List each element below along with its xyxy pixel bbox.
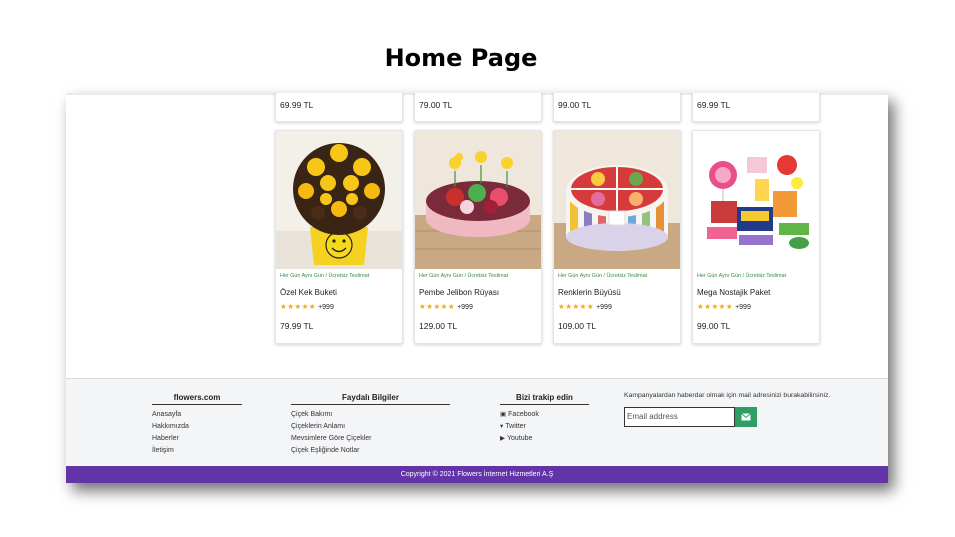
product-card[interactable]: 99.00 TL xyxy=(553,93,681,122)
product-rating: ★★★★★ +999 xyxy=(280,302,334,311)
product-card[interactable]: Her Gün Aynı Gün / Ücretsiz Teslimat Ren… xyxy=(553,130,681,344)
product-rating: ★★★★★ +999 xyxy=(697,302,751,311)
facebook-icon: ▣ xyxy=(500,411,507,418)
product-image[interactable] xyxy=(693,131,819,269)
page-title: Home Page xyxy=(384,44,538,72)
product-image[interactable] xyxy=(415,131,541,269)
product-price: 129.00 TL xyxy=(419,321,458,331)
product-card[interactable]: Her Gün Aynı Gün / Ücretsiz Teslimat Öze… xyxy=(275,130,403,344)
product-name[interactable]: Renklerin Büyüsü xyxy=(558,288,621,297)
product-card[interactable]: 69.99 TL xyxy=(275,93,403,122)
star-icons: ★★★★★ xyxy=(697,302,734,311)
footer-link-mevsimler[interactable]: Mevsimlere Göre Çiçekler xyxy=(291,433,450,445)
product-card[interactable]: 69.99 TL xyxy=(692,93,820,122)
twitter-icon: ▾ xyxy=(500,423,504,430)
product-price: 99.00 TL xyxy=(558,100,592,110)
site-footer: flowers.com Anasayfa Hakkımızda Haberler… xyxy=(66,378,888,466)
shipping-info: Her Gün Aynı Gün / Ücretsiz Teslimat xyxy=(419,273,509,279)
product-price: 69.99 TL xyxy=(280,100,314,110)
footer-link-facebook[interactable]: ▣ Facebook xyxy=(500,409,589,421)
footer-link-anasayfa[interactable]: Anasayfa xyxy=(152,409,242,421)
product-rating: ★★★★★ +999 xyxy=(558,302,612,311)
youtube-icon: ▶ xyxy=(500,435,505,442)
star-icons: ★★★★★ xyxy=(419,302,456,311)
product-price: 99.00 TL xyxy=(697,321,731,331)
footer-link-notlar[interactable]: Çiçek Eşliğinde Notlar xyxy=(291,445,450,457)
newsletter-text: Kampanyalardan haberdar olmak için mail … xyxy=(624,392,831,399)
product-name[interactable]: Özel Kek Buketi xyxy=(280,288,337,297)
subscribe-button[interactable] xyxy=(735,407,757,427)
footer-link-hakkimizda[interactable]: Hakkımızda xyxy=(152,421,242,433)
shipping-info: Her Gün Aynı Gün / Ücretsiz Teslimat xyxy=(280,273,370,279)
review-count: +999 xyxy=(596,304,612,311)
footer-link-twitter[interactable]: ▾ Twitter xyxy=(500,421,589,433)
email-input[interactable]: Email address xyxy=(624,407,735,427)
star-icons: ★★★★★ xyxy=(280,302,317,311)
footer-brand-title: flowers.com xyxy=(152,393,242,405)
shipping-info: Her Gün Aynı Gün / Ücretsiz Teslimat xyxy=(697,273,787,279)
footer-link-ciceklerin-anlami[interactable]: Çiçeklerin Anlamı xyxy=(291,421,450,433)
product-price: 79.00 TL xyxy=(419,100,453,110)
footer-social-column: Bizi trakip edin ▣ Facebook ▾ Twitter ▶ You… xyxy=(500,393,589,445)
footer-useful-title: Faydalı Bilgiler xyxy=(291,393,450,405)
product-name[interactable]: Mega Nostajik Paket xyxy=(697,288,770,297)
product-card[interactable]: 79.00 TL xyxy=(414,93,542,122)
review-count: +999 xyxy=(457,304,473,311)
review-count: +999 xyxy=(735,304,751,311)
copyright-bar: Copyright © 2021 Flowers İnternet Hizmet… xyxy=(66,466,888,483)
review-count: +999 xyxy=(318,304,334,311)
product-card[interactable]: Her Gün Aynı Gün / Ücretsiz Teslimat Meg… xyxy=(692,130,820,344)
footer-link-haberler[interactable]: Haberler xyxy=(152,433,242,445)
footer-social-title: Bizi trakip edin xyxy=(500,393,589,405)
star-icons: ★★★★★ xyxy=(558,302,595,311)
product-rating: ★★★★★ +999 xyxy=(419,302,473,311)
footer-link-iletisim[interactable]: İletişim xyxy=(152,445,242,457)
product-image[interactable] xyxy=(554,131,680,269)
footer-useful-column: Faydalı Bilgiler Çiçek Bakımı Çiçeklerin… xyxy=(291,393,450,457)
product-price: 69.99 TL xyxy=(697,100,731,110)
website-screenshot: 69.99 TL 79.00 TL 99.00 TL 69.99 TL Her … xyxy=(66,93,888,483)
footer-link-cicek-bakimi[interactable]: Çiçek Bakımı xyxy=(291,409,450,421)
envelope-icon xyxy=(741,413,751,421)
product-image[interactable] xyxy=(276,131,402,269)
product-name[interactable]: Pembe Jelibon Rüyası xyxy=(419,288,499,297)
product-card[interactable]: Her Gün Aynı Gün / Ücretsiz Teslimat Pem… xyxy=(414,130,542,344)
product-price: 79.99 TL xyxy=(280,321,314,331)
shipping-info: Her Gün Aynı Gün / Ücretsiz Teslimat xyxy=(558,273,648,279)
newsletter: Kampanyalardan haberdar olmak için mail … xyxy=(624,392,879,427)
footer-brand-column: flowers.com Anasayfa Hakkımızda Haberler… xyxy=(152,393,242,457)
footer-link-youtube[interactable]: ▶ Youtube xyxy=(500,433,589,445)
product-price: 109.00 TL xyxy=(558,321,597,331)
